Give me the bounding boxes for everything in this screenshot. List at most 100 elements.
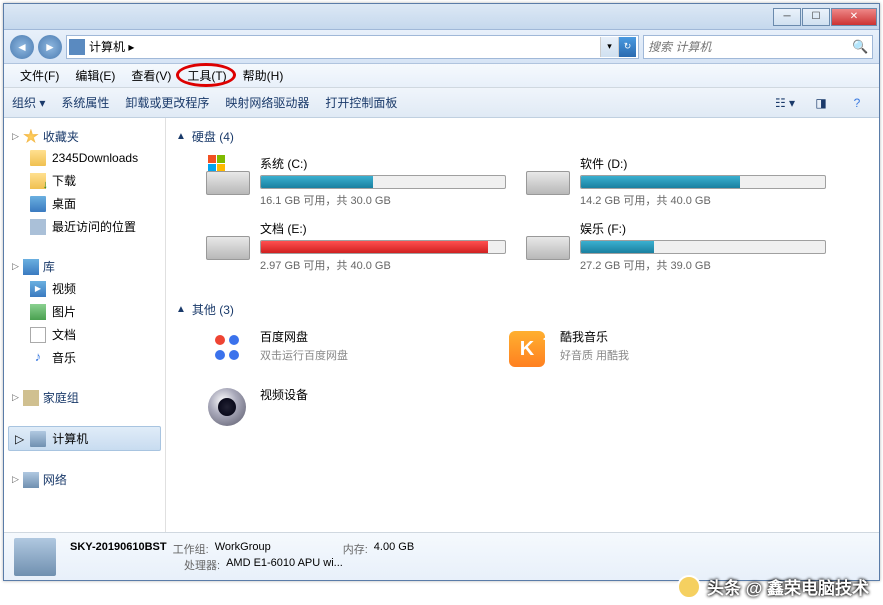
homegroup-icon <box>23 390 39 406</box>
other-item[interactable]: 百度网盘 双击运行百度网盘 <box>206 328 466 370</box>
map-drive-button[interactable]: 映射网络驱动器 <box>225 94 309 111</box>
app-icon: K♪ <box>506 328 548 370</box>
computer-icon <box>69 39 85 55</box>
others-section-header[interactable]: ▲其他 (3) <box>176 301 869 318</box>
libraries-group: ▷ 库 视频 图片 文档 音乐 <box>8 256 161 369</box>
drive-item[interactable]: 娱乐 (F:) 27.2 GB 可用，共 39.0 GB <box>526 220 826 273</box>
forward-button[interactable]: ► <box>38 35 62 59</box>
app-name: 视频设备 <box>260 386 308 403</box>
system-properties-button[interactable]: 系统属性 <box>61 94 109 111</box>
others-list: 百度网盘 双击运行百度网盘 K♪ 酷我音乐 好音质 用酷我 视频设备 <box>206 328 869 444</box>
navigation-bar: ◄ ► 计算机 ▸ ▾ ↻ 🔍 <box>4 30 879 64</box>
menu-edit[interactable]: 编辑(E) <box>67 64 123 87</box>
sidebar-item-homegroup[interactable]: ▷ 家庭组 <box>8 387 161 408</box>
navigation-pane: ▷ 收藏夹 2345Downloads 下载 桌面 最近访问的位置 ▷ 库 视频… <box>4 118 166 532</box>
breadcrumb[interactable]: 计算机 ▸ <box>89 38 600 55</box>
drive-item[interactable]: 系统 (C:) 16.1 GB 可用，共 30.0 GB <box>206 155 506 208</box>
sidebar-item-downloads[interactable]: 下载 <box>8 169 161 192</box>
download-icon <box>30 173 46 189</box>
other-item[interactable]: K♪ 酷我音乐 好音质 用酷我 <box>506 328 766 370</box>
drive-name: 娱乐 (F:) <box>580 220 826 237</box>
computer-icon <box>30 431 46 447</box>
sidebar-item-network[interactable]: ▷ 网络 <box>8 469 161 490</box>
favorites-header[interactable]: ▷ 收藏夹 <box>8 126 161 147</box>
favorites-group: ▷ 收藏夹 2345Downloads 下载 桌面 最近访问的位置 <box>8 126 161 238</box>
control-panel-button[interactable]: 打开控制面板 <box>325 94 397 111</box>
drive-icon <box>526 155 570 195</box>
explorer-window: ─ ☐ ✕ ◄ ► 计算机 ▸ ▾ ↻ 🔍 文件(F) 编辑(E) 查看(V) … <box>3 3 880 581</box>
minimize-button[interactable]: ─ <box>773 8 801 26</box>
sidebar-item-2345downloads[interactable]: 2345Downloads <box>8 147 161 169</box>
sidebar-item-videos[interactable]: 视频 <box>8 277 161 300</box>
drive-icon <box>206 220 250 260</box>
preview-pane-button[interactable]: ◨ <box>807 92 835 114</box>
drive-free-space: 27.2 GB 可用，共 39.0 GB <box>580 257 826 273</box>
drives-section-header[interactable]: ▲硬盘 (4) <box>176 128 869 145</box>
search-input[interactable] <box>648 40 852 54</box>
other-item[interactable]: 视频设备 <box>206 386 466 428</box>
computer-group: ▷ 计算机 <box>8 426 161 451</box>
drive-icon <box>206 155 250 195</box>
view-options-button[interactable]: ☷ ▾ <box>771 92 799 114</box>
app-icon <box>206 328 248 370</box>
recent-icon <box>30 219 46 235</box>
body: ▷ 收藏夹 2345Downloads 下载 桌面 最近访问的位置 ▷ 库 视频… <box>4 118 879 532</box>
drive-free-space: 14.2 GB 可用，共 40.0 GB <box>580 192 826 208</box>
document-icon <box>30 327 46 343</box>
sidebar-item-pictures[interactable]: 图片 <box>8 300 161 323</box>
drives-list: 系统 (C:) 16.1 GB 可用，共 30.0 GB 软件 (D:) 14.… <box>206 155 869 285</box>
app-icon <box>206 386 248 428</box>
uninstall-button[interactable]: 卸载或更改程序 <box>125 94 209 111</box>
sidebar-item-documents[interactable]: 文档 <box>8 323 161 346</box>
drive-free-space: 2.97 GB 可用，共 40.0 GB <box>260 257 506 273</box>
drive-usage-bar <box>260 240 506 254</box>
sidebar-item-computer[interactable]: ▷ 计算机 <box>8 426 161 451</box>
app-description: 双击运行百度网盘 <box>260 347 348 363</box>
maximize-button[interactable]: ☐ <box>802 8 830 26</box>
toolbar: 组织 ▾ 系统属性 卸载或更改程序 映射网络驱动器 打开控制面板 ☷ ▾ ◨ ? <box>4 88 879 118</box>
app-name: 百度网盘 <box>260 328 348 345</box>
library-icon <box>23 259 39 275</box>
drive-name: 系统 (C:) <box>260 155 506 172</box>
computer-large-icon <box>14 538 56 576</box>
refresh-button[interactable]: ↻ <box>618 37 636 57</box>
desktop-icon <box>30 196 46 212</box>
drive-item[interactable]: 软件 (D:) 14.2 GB 可用，共 40.0 GB <box>526 155 826 208</box>
picture-icon <box>30 304 46 320</box>
watermark: 头条 @ 鑫荣电脑技术 <box>677 574 869 599</box>
menu-view[interactable]: 查看(V) <box>123 64 179 87</box>
content-pane: ▲硬盘 (4) 系统 (C:) 16.1 GB 可用，共 30.0 GB 软件 … <box>166 118 879 532</box>
music-icon <box>30 350 46 366</box>
status-details: SKY-20190610BST 工作组: WorkGroup 内存: 4.00 … <box>70 541 414 573</box>
drive-name: 软件 (D:) <box>580 155 826 172</box>
star-icon <box>23 129 39 145</box>
computer-name: SKY-20190610BST <box>70 541 167 557</box>
address-bar[interactable]: 计算机 ▸ ▾ ↻ <box>66 35 639 59</box>
menu-file[interactable]: 文件(F) <box>12 64 67 87</box>
close-button[interactable]: ✕ <box>831 8 877 26</box>
folder-icon <box>30 150 46 166</box>
titlebar: ─ ☐ ✕ <box>4 4 879 30</box>
drive-usage-bar <box>580 240 826 254</box>
drive-icon <box>526 220 570 260</box>
homegroup-group: ▷ 家庭组 <box>8 387 161 408</box>
sidebar-item-recent[interactable]: 最近访问的位置 <box>8 215 161 238</box>
organize-button[interactable]: 组织 ▾ <box>12 94 45 111</box>
help-button[interactable]: ? <box>843 92 871 114</box>
menu-tools[interactable]: 工具(T) <box>179 64 234 87</box>
drive-item[interactable]: 文档 (E:) 2.97 GB 可用，共 40.0 GB <box>206 220 506 273</box>
search-box[interactable]: 🔍 <box>643 35 873 59</box>
address-dropdown[interactable]: ▾ <box>600 37 618 57</box>
menu-help[interactable]: 帮助(H) <box>235 64 292 87</box>
watermark-avatar <box>677 575 701 599</box>
drive-free-space: 16.1 GB 可用，共 30.0 GB <box>260 192 506 208</box>
app-description: 好音质 用酷我 <box>560 347 629 363</box>
libraries-header[interactable]: ▷ 库 <box>8 256 161 277</box>
sidebar-item-music[interactable]: 音乐 <box>8 346 161 369</box>
search-icon[interactable]: 🔍 <box>852 39 868 55</box>
status-bar: SKY-20190610BST 工作组: WorkGroup 内存: 4.00 … <box>4 532 879 580</box>
network-icon <box>23 472 39 488</box>
sidebar-item-desktop[interactable]: 桌面 <box>8 192 161 215</box>
back-button[interactable]: ◄ <box>10 35 34 59</box>
menu-bar: 文件(F) 编辑(E) 查看(V) 工具(T) 帮助(H) <box>4 64 879 88</box>
